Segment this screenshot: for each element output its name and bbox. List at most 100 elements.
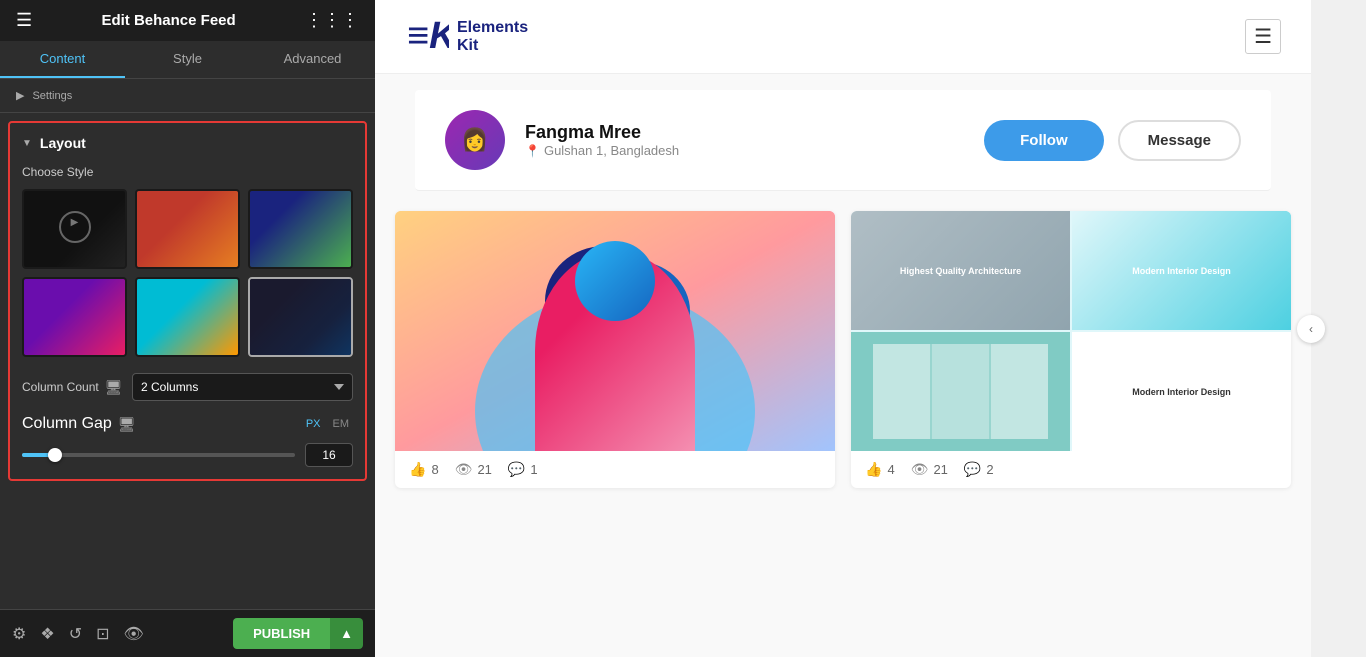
responsive-icon[interactable]: ⊡	[96, 624, 109, 644]
style-card-4[interactable]	[22, 277, 127, 357]
column-count-text: Column Count	[22, 380, 99, 394]
feed-card-2-image: Highest Quality Architecture Modern Inte…	[851, 211, 1291, 451]
like-icon-2: 👍	[865, 461, 882, 478]
logo-svg: ≡K	[405, 12, 449, 56]
stat-comments-1: 💬 1	[508, 461, 538, 478]
tab-content[interactable]: Content	[0, 41, 125, 78]
stat-likes-1: 👍 8	[409, 461, 439, 478]
style-card-5-inner	[137, 279, 238, 355]
publish-button[interactable]: PUBLISH	[233, 618, 330, 649]
comment-icon: 💬	[508, 461, 525, 478]
style-card-1[interactable]	[22, 189, 127, 269]
logo-text-top: Elements	[457, 19, 528, 37]
style-card-2-inner	[137, 191, 238, 267]
site-nav: ≡K Elements Kit ☰	[375, 0, 1311, 74]
feed-grid: 👍 8 👁 21 💬 1	[395, 211, 1291, 488]
hamburger-icon[interactable]: ☰	[16, 10, 32, 31]
logo-text: Elements Kit	[457, 19, 528, 54]
profile-info: Fangma Mree 📍 Gulshan 1, Bangladesh	[525, 122, 964, 158]
profile-location: 📍 Gulshan 1, Bangladesh	[525, 143, 964, 158]
grid-icon[interactable]: ⋮⋮⋮	[305, 10, 359, 31]
feed-container: 👍 8 👁 21 💬 1	[375, 191, 1311, 508]
nav-menu-icon[interactable]: ☰	[1245, 19, 1281, 54]
message-button[interactable]: Message	[1118, 120, 1241, 161]
settings-icon[interactable]: ⚙	[12, 624, 26, 644]
style-card-6-inner	[250, 279, 351, 355]
monitor-icon: 🖥	[105, 379, 123, 396]
column-count-control: Column Count 🖥 1 Column 2 Columns 3 Colu…	[22, 373, 353, 401]
feed-card-2: Highest Quality Architecture Modern Inte…	[851, 211, 1291, 488]
collapse-panel-button[interactable]: ‹	[1297, 315, 1325, 343]
view-icon: 👁	[455, 461, 473, 478]
column-count-label: Column Count 🖥	[22, 379, 132, 396]
style-card-6[interactable]	[248, 277, 353, 357]
style-card-1-inner	[24, 191, 125, 267]
slider-thumb[interactable]	[48, 448, 62, 462]
interior-sub-2: Modern Interior Design	[1072, 211, 1291, 330]
stat-views-2: 👁 21	[911, 461, 948, 478]
interior-sub-4: Modern Interior Design	[1072, 332, 1291, 451]
column-gap-monitor-icon: 🖥	[118, 416, 136, 433]
like-icon: 👍	[409, 461, 426, 478]
stat-likes-2: 👍 4	[865, 461, 895, 478]
choose-style-label: Choose Style	[22, 165, 353, 179]
layout-section: ▼ Layout Choose Style	[8, 121, 367, 481]
em-button[interactable]: EM	[329, 416, 354, 432]
publish-arrow-button[interactable]: ▲	[330, 618, 363, 649]
logo-icon: ≡K	[405, 12, 449, 61]
tab-advanced[interactable]: Advanced	[250, 41, 375, 78]
preview-icon[interactable]: 👁	[124, 624, 144, 644]
interior-sub-1: Highest Quality Architecture	[851, 211, 1070, 330]
slider-value[interactable]: 16	[305, 443, 353, 467]
slider-track[interactable]	[22, 453, 295, 457]
publish-btn-group: PUBLISH ▲	[233, 618, 363, 649]
profile-avatar: 👩	[445, 110, 505, 170]
profile-area: 👩 Fangma Mree 📍 Gulshan 1, Bangladesh Fo…	[415, 90, 1271, 191]
chevron-right-icon: ▶	[16, 89, 24, 102]
bottom-toolbar: ⚙ ❖ ↺ ⊡ 👁 PUBLISH ▲	[0, 609, 375, 657]
settings-section: ▶ Settings	[0, 79, 375, 113]
feed-card-2-stats: 👍 4 👁 21 💬 2	[851, 451, 1291, 488]
column-gap-row: Column Gap 🖥 PX EM	[22, 415, 353, 433]
comments-count-1: 1	[530, 462, 537, 477]
feed-card-1: 👍 8 👁 21 💬 1	[395, 211, 835, 488]
style-card-5[interactable]	[135, 277, 240, 357]
tab-style[interactable]: Style	[125, 41, 250, 78]
panel-content: ▶ Settings ▼ Layout Choose Style	[0, 79, 375, 609]
settings-label[interactable]: ▶ Settings	[16, 89, 359, 102]
location-text: Gulshan 1, Bangladesh	[544, 143, 679, 158]
style-card-3[interactable]	[248, 189, 353, 269]
site-logo: ≡K Elements Kit	[405, 12, 528, 61]
px-em-toggle: PX EM	[302, 416, 353, 432]
follow-button[interactable]: Follow	[984, 120, 1104, 161]
location-icon: 📍	[525, 144, 540, 158]
history-icon[interactable]: ↺	[69, 624, 82, 644]
comments-count-2: 2	[986, 462, 993, 477]
feed-card-1-image	[395, 211, 835, 451]
column-count-select[interactable]: 1 Column 2 Columns 3 Columns 4 Columns	[132, 373, 353, 401]
profile-name: Fangma Mree	[525, 122, 964, 143]
illustration-svg	[395, 211, 835, 451]
svg-text:≡K: ≡K	[407, 15, 449, 56]
tabs-row: Content Style Advanced	[0, 41, 375, 79]
settings-text: Settings	[32, 90, 72, 102]
section-header: ▼ Layout	[22, 135, 353, 151]
views-count-1: 21	[477, 462, 491, 477]
column-gap-left: Column Gap 🖥	[22, 415, 302, 433]
style-card-4-inner	[24, 279, 125, 355]
top-bar: ☰ Edit Behance Feed ⋮⋮⋮	[0, 0, 375, 41]
feed-card-1-stats: 👍 8 👁 21 💬 1	[395, 451, 835, 488]
right-panel: ≡K Elements Kit ☰ 👩 Fangma Mree 📍	[375, 0, 1311, 657]
layers-icon[interactable]: ❖	[40, 624, 54, 644]
view-icon-2: 👁	[911, 461, 929, 478]
style-card-3-inner	[250, 191, 351, 267]
style-card-2[interactable]	[135, 189, 240, 269]
profile-actions: Follow Message	[984, 120, 1241, 161]
slider-row: 16	[22, 443, 353, 467]
column-gap-label: Column Gap	[22, 415, 112, 433]
avatar-initial: 👩	[461, 127, 488, 153]
layout-label: Layout	[40, 135, 86, 151]
px-button[interactable]: PX	[302, 416, 325, 432]
stat-comments-2: 💬 2	[964, 461, 994, 478]
views-count-2: 21	[933, 462, 947, 477]
